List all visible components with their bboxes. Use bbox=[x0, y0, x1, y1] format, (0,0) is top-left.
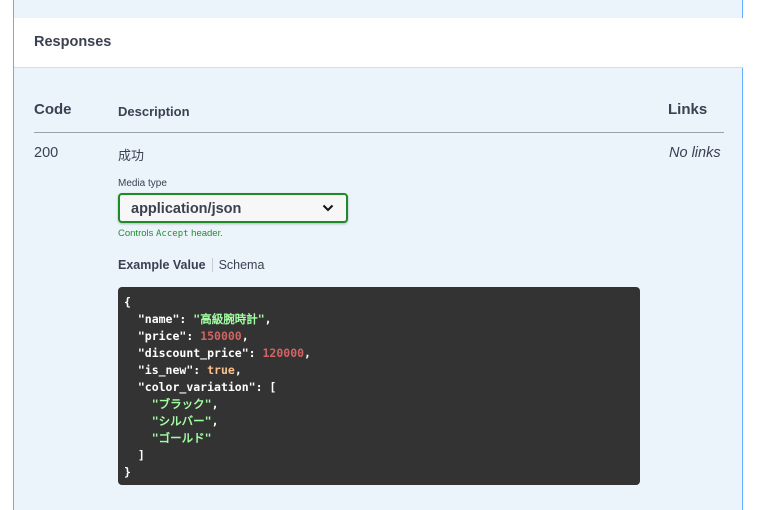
controls-suffix: header. bbox=[191, 228, 223, 239]
response-status-code: 200 bbox=[34, 145, 59, 161]
json-key-discount-price: "discount_price" bbox=[137, 346, 249, 360]
json-value-is-new: true bbox=[207, 363, 235, 377]
json-open-brace: { bbox=[124, 295, 131, 309]
json-value-price: 150000 bbox=[200, 329, 242, 343]
json-close-brace: } bbox=[124, 465, 131, 479]
example-tabs: Example Value Schema bbox=[118, 258, 264, 272]
json-key-color-variation: "color_variation" bbox=[137, 380, 256, 394]
chevron-down-icon bbox=[322, 204, 334, 212]
media-type-value: application/json bbox=[131, 201, 242, 217]
tab-schema[interactable]: Schema bbox=[213, 258, 265, 272]
json-key-is-new: "is_new" bbox=[137, 363, 194, 377]
section-title: Responses bbox=[34, 34, 112, 50]
json-color-item: "シルバー" bbox=[151, 414, 212, 428]
controls-code: Accept bbox=[156, 229, 189, 239]
operation-block: Responses Code Description Links 200 成功 … bbox=[13, 0, 743, 510]
response-links: No links bbox=[669, 145, 721, 161]
tab-example-value[interactable]: Example Value bbox=[118, 258, 213, 272]
json-value-name: "高級腕時計" bbox=[193, 312, 265, 326]
responses-section-header: Responses bbox=[14, 18, 743, 68]
json-value-discount-price: 120000 bbox=[262, 346, 305, 360]
json-color-item: "ゴールド" bbox=[151, 431, 212, 445]
controls-accept-note: Controls Accept header. bbox=[118, 228, 223, 239]
media-type-select[interactable]: application/json bbox=[118, 193, 348, 223]
column-header-description: Description bbox=[118, 104, 190, 119]
json-key-name: "name" bbox=[137, 312, 180, 326]
json-close-bracket: ] bbox=[137, 448, 145, 462]
media-type-label: Media type bbox=[118, 178, 167, 189]
json-key-price: "price" bbox=[137, 329, 187, 343]
controls-prefix: Controls bbox=[118, 228, 154, 239]
header-divider bbox=[34, 132, 724, 133]
column-header-code: Code bbox=[34, 101, 72, 118]
response-description: 成功 bbox=[118, 148, 145, 163]
example-value-code[interactable]: { "name": "高級腕時計", "price": 150000, "dis… bbox=[118, 287, 640, 485]
column-header-links: Links bbox=[668, 101, 708, 118]
json-color-item: "ブラック" bbox=[151, 397, 212, 411]
